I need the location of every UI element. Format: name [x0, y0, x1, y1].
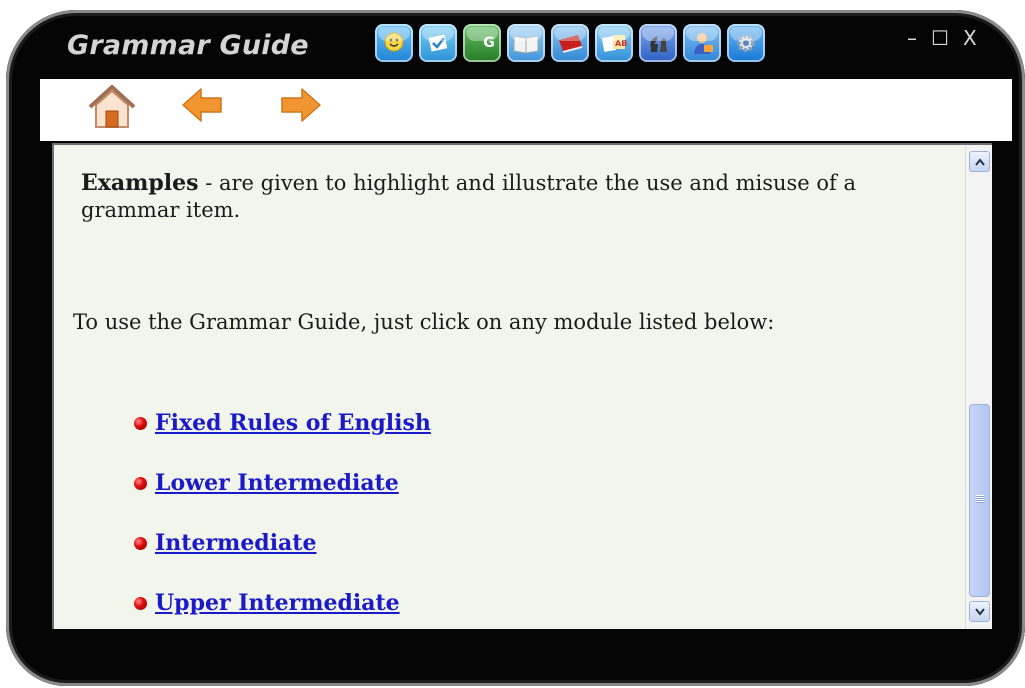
scroll-down-button[interactable] [969, 601, 990, 622]
module-list: Fixed Rules of English Lower Intermediat… [134, 393, 431, 629]
module-link-intermediate[interactable]: Intermediate [155, 530, 316, 556]
list-item: Lower Intermediate [134, 453, 431, 513]
app-toolbar: G AB [375, 24, 765, 62]
list-item: Upper Intermediate [134, 573, 431, 629]
list-item: Fixed Rules of English [134, 393, 431, 453]
teacher-icon[interactable] [683, 24, 721, 62]
list-item: Intermediate [134, 513, 431, 573]
bullet-icon [134, 476, 147, 490]
open-book-icon[interactable] [507, 24, 545, 62]
module-link-upper-intermediate[interactable]: Upper Intermediate [155, 590, 400, 616]
instruction-text: To use the Grammar Guide, just click on … [73, 310, 775, 334]
settings-gear-icon[interactable] [727, 24, 765, 62]
abc-cards-icon[interactable]: AB [595, 24, 633, 62]
minimize-button[interactable]: – [907, 26, 917, 50]
module-link-fixed-rules[interactable]: Fixed Rules of English [155, 410, 431, 436]
maximize-button[interactable]: ☐ [931, 26, 949, 50]
bullet-icon [134, 596, 147, 610]
chevron-up-icon [974, 157, 985, 166]
chess-icon[interactable] [639, 24, 677, 62]
examples-paragraph: Examples - are given to highlight and il… [81, 170, 921, 224]
back-arrow-icon[interactable] [175, 81, 231, 133]
bullet-icon [134, 416, 147, 430]
chat-smiley-icon[interactable] [375, 24, 413, 62]
home-icon[interactable] [84, 81, 140, 133]
vertical-scrollbar[interactable] [965, 145, 992, 629]
content-pane: Examples - are given to highlight and il… [52, 143, 992, 629]
content-body: Examples - are given to highlight and il… [54, 145, 964, 629]
bullet-icon [134, 536, 147, 550]
scroll-thumb[interactable] [969, 404, 990, 597]
red-book-icon[interactable] [551, 24, 589, 62]
scroll-up-button[interactable] [969, 151, 990, 172]
navigation-toolbar [40, 79, 1012, 141]
grammar-g-icon[interactable]: G [463, 24, 501, 62]
close-button[interactable]: X [963, 26, 977, 50]
module-link-lower-intermediate[interactable]: Lower Intermediate [155, 470, 399, 496]
forward-arrow-icon[interactable] [272, 81, 328, 133]
chevron-down-icon [974, 607, 985, 616]
svg-text:AB: AB [615, 39, 627, 48]
scroll-grip [976, 495, 984, 503]
checkmark-icon[interactable] [419, 24, 457, 62]
window-title: Grammar Guide [67, 30, 309, 61]
window-controls: – ☐ X [907, 26, 977, 50]
examples-term: Examples [81, 170, 199, 196]
